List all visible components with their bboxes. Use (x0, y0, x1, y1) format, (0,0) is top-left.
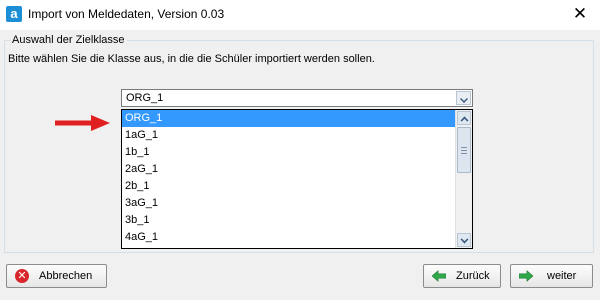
class-combobox[interactable]: ORG_1 (121, 89, 473, 107)
class-dropdown-list[interactable]: ORG_1 1aG_1 1b_1 2aG_1 2b_1 3aG_1 3b_1 4aG_1 (121, 109, 473, 249)
grip-line (461, 150, 467, 151)
group-legend: Auswahl der Zielklasse (10, 34, 127, 46)
close-icon: ✕ (572, 4, 588, 23)
app-logo-icon: a (6, 6, 22, 22)
back-button[interactable]: Zurück (423, 264, 501, 288)
cancel-label: Abbrechen (39, 270, 93, 282)
chevron-down-icon (460, 95, 468, 103)
scroll-down-button[interactable] (457, 233, 471, 247)
next-label: weiter (547, 270, 577, 282)
list-item[interactable]: 1b_1 (122, 144, 455, 161)
arrow-right-icon (519, 270, 533, 282)
scroll-up-button[interactable] (457, 111, 471, 125)
arrow-left-icon (432, 270, 446, 282)
list-item[interactable]: 4aG_1 (122, 229, 455, 246)
list-item[interactable]: ORG_1 (122, 110, 455, 127)
list-item[interactable]: 2b_1 (122, 178, 455, 195)
list-item[interactable]: 3b_1 (122, 212, 455, 229)
combobox-value: ORG_1 (126, 92, 164, 104)
instruction-text: Bitte wählen Sie die Klasse aus, in die … (8, 53, 375, 65)
grip-line (461, 147, 467, 148)
cancel-x-icon: ✕ (15, 269, 29, 283)
scroll-thumb[interactable] (457, 127, 471, 173)
vertical-scrollbar[interactable] (455, 110, 472, 248)
title-bar: a Import von Meldedaten, Version 0.03 ✕ (0, 0, 600, 30)
back-label: Zurück (456, 270, 490, 282)
combobox-dropdown-button[interactable] (456, 91, 471, 105)
cancel-button[interactable]: ✕ Abbrechen (6, 264, 107, 288)
window-title: Import von Meldedaten, Version 0.03 (28, 7, 225, 21)
list-item[interactable]: 1aG_1 (122, 127, 455, 144)
list-item[interactable]: 2aG_1 (122, 161, 455, 178)
list-item[interactable]: 3aG_1 (122, 195, 455, 212)
chevron-down-icon (460, 235, 469, 244)
red-pointer-arrow-icon (55, 115, 110, 131)
grip-line (461, 153, 467, 154)
next-button[interactable]: weiter (510, 264, 593, 288)
chevron-up-icon (460, 116, 469, 125)
close-button[interactable]: ✕ (566, 1, 594, 27)
